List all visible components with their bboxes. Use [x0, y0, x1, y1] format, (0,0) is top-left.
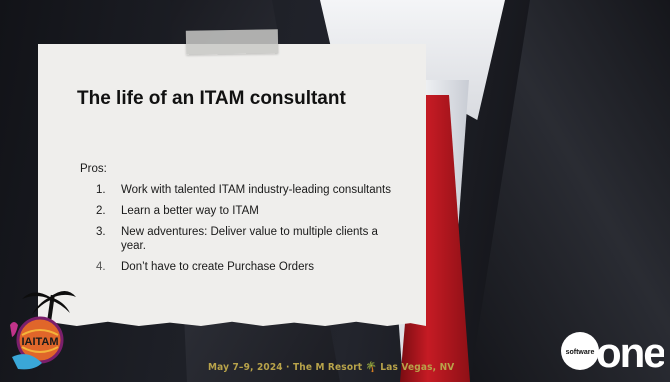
- iaitam-logo: IAITAM: [10, 291, 76, 370]
- list-item-text: New adventures: Deliver value to multipl…: [121, 226, 378, 252]
- background-suit-lapel-right: [470, 0, 670, 382]
- list-item-text: Don’t have to create Purchase Orders: [121, 261, 315, 273]
- slide: The life of an ITAM consultant Pros: 1. …: [0, 0, 670, 382]
- list-item: 3. New adventures: Deliver value to mult…: [96, 225, 396, 253]
- tape-strip: [185, 29, 279, 55]
- softwareone-logo: software one: [561, 329, 664, 375]
- list-item-number: 4.: [96, 261, 106, 273]
- list-item-number: 2.: [96, 205, 106, 217]
- list-item: 2. Learn a better way to ITAM: [96, 204, 396, 218]
- slide-title: The life of an ITAM consultant: [77, 88, 346, 109]
- list-item-text: Learn a better way to ITAM: [121, 205, 259, 217]
- list-item: 4. Don’t have to create Purchase Orders: [96, 260, 396, 274]
- pros-list: 1. Work with talented ITAM industry-lead…: [96, 183, 396, 281]
- softwareone-large-text: one: [596, 329, 664, 375]
- event-footer: May 7–9, 2024 · The M Resort 🌴 Las Vegas…: [208, 362, 455, 373]
- list-item-number: 1.: [96, 184, 106, 196]
- pros-label: Pros:: [80, 163, 107, 175]
- list-item-text: Work with talented ITAM industry-leading…: [121, 184, 391, 196]
- list-item-number: 3.: [96, 226, 106, 238]
- iaitam-logo-text: IAITAM: [21, 336, 58, 348]
- list-item: 1. Work with talented ITAM industry-lead…: [96, 183, 396, 197]
- softwareone-small-text: software: [566, 349, 595, 356]
